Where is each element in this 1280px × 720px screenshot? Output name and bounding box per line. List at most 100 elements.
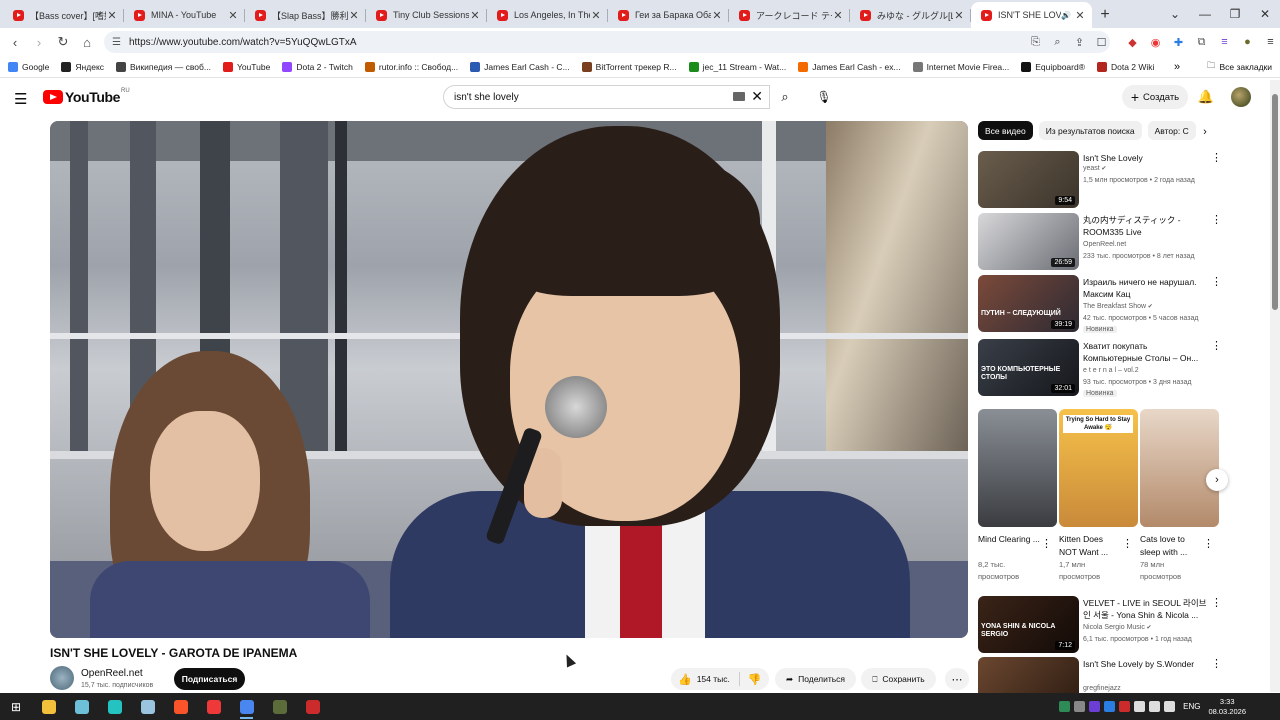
short-item[interactable]: Trying So Hard to Stay Awake 😴 Kitten Doe… xyxy=(1059,409,1139,583)
video-title[interactable]: Isn't She Lovely by S.Wonder xyxy=(1083,658,1207,670)
kebab-menu-icon[interactable]: ⋮ xyxy=(1211,596,1222,609)
tray-app-icon[interactable] xyxy=(1104,701,1116,712)
reload-icon[interactable]: ↻ xyxy=(51,30,75,54)
channel-name[interactable]: gregfinejazz xyxy=(1083,685,1121,692)
share-page-icon[interactable]: ⇪ xyxy=(1069,32,1090,52)
browser-tab[interactable]: MINA - YouTube ✕ xyxy=(124,2,245,28)
install-app-icon[interactable]: ⎘ xyxy=(1025,32,1046,52)
tab-close-icon[interactable]: ✕ xyxy=(1074,9,1086,22)
close-window-icon[interactable]: ✕ xyxy=(1250,0,1280,28)
windows-start-icon[interactable]: ⊞ xyxy=(0,693,32,720)
short-item[interactable]: Cats love to sleep with ... 78 млн просмо… xyxy=(1140,409,1220,583)
taskbar-app[interactable] xyxy=(131,693,164,720)
taskbar-app[interactable] xyxy=(230,693,263,720)
like-button[interactable]: 👍 154 тыс. xyxy=(671,673,739,686)
filter-chip[interactable]: Автор: С xyxy=(1147,121,1196,140)
filter-chip[interactable]: Из результатов поиска xyxy=(1038,121,1142,140)
extension-puzzle-icon[interactable]: ✚ xyxy=(1168,32,1189,52)
youtube-logo[interactable]: YouTube RU xyxy=(43,88,130,105)
bookmark-item[interactable]: YouTube xyxy=(222,61,270,72)
bookmark-item[interactable]: Equipboard® xyxy=(1021,61,1085,72)
bookmark-item[interactable]: Internet Movie Firea... xyxy=(912,61,1009,72)
kebab-menu-icon[interactable]: ⋮ xyxy=(1211,275,1222,288)
address-bar[interactable]: ☰ https://www.youtube.com/watch?v=5YuQQw… xyxy=(104,31,1110,53)
site-info-icon[interactable]: ☰ xyxy=(112,37,121,48)
bookmark-item[interactable]: James Earl Cash - C... xyxy=(470,61,570,72)
bookmark-item[interactable]: jec_11 Stream - Wat... xyxy=(688,61,786,72)
short-title[interactable]: Cats love to sleep with ... xyxy=(1140,533,1204,559)
tab-close-icon[interactable]: ✕ xyxy=(106,9,118,22)
video-title[interactable]: Хватит покупать Компьютерные Столы – Он.… xyxy=(1083,340,1207,364)
channel-name[interactable]: Nicola Sergio Music ✔ xyxy=(1083,624,1152,631)
create-button[interactable]: + Создать xyxy=(1122,85,1188,109)
channel-avatar[interactable] xyxy=(50,666,74,690)
tab-close-icon[interactable]: ✕ xyxy=(348,9,360,22)
profile-icon[interactable]: ● xyxy=(1237,32,1258,52)
kebab-menu-icon[interactable]: ⋮ xyxy=(1041,537,1052,550)
hamburger-menu-icon[interactable]: ☰ xyxy=(14,90,27,108)
tab-close-icon[interactable]: ✕ xyxy=(469,9,481,22)
tab-close-icon[interactable]: ✕ xyxy=(590,9,602,22)
tab-close-icon[interactable]: ✕ xyxy=(711,9,723,22)
keyboard-icon[interactable] xyxy=(733,92,745,101)
browser-tab[interactable]: ISN'T SHE LOVEL🔊✕ xyxy=(971,2,1092,28)
browser-tab[interactable]: みゆな - グルグル[LIVE✕ xyxy=(850,2,971,28)
filter-chip[interactable]: Все видео xyxy=(978,121,1033,140)
taskbar-app[interactable] xyxy=(164,693,197,720)
more-actions-button[interactable]: ⋯ xyxy=(945,668,969,690)
dislike-button[interactable]: 👎 xyxy=(739,672,769,686)
minimize-icon[interactable]: — xyxy=(1190,0,1220,28)
tray-app-icon[interactable] xyxy=(1134,701,1146,712)
suggested-video[interactable]: 9:54 Isn't She Lovely yeast ✔ 1,5 млн просм… xyxy=(978,151,1268,209)
suggested-video[interactable]: ПУТИН – СЛЕДУЮЩИЙ 39:19 Израиль ничего не … xyxy=(978,275,1268,333)
restore-icon[interactable]: ❐ xyxy=(1220,0,1250,28)
forward-icon[interactable]: › xyxy=(27,30,51,54)
tab-close-icon[interactable]: ✕ xyxy=(227,9,239,22)
tab-close-icon[interactable]: ✕ xyxy=(953,9,965,22)
notifications-bell-icon[interactable]: 🔔 xyxy=(1195,86,1217,108)
tray-app-icon[interactable] xyxy=(1059,701,1071,712)
page-scrollbar[interactable] xyxy=(1270,80,1280,692)
short-title[interactable]: Mind Clearing ... xyxy=(978,533,1042,559)
bookmark-item[interactable]: Википедия — своб... xyxy=(116,61,211,72)
extensions-menu-icon[interactable]: ⧉ xyxy=(1191,32,1212,52)
video-thumbnail[interactable]: 9:54 xyxy=(978,151,1079,208)
channel-name[interactable]: yeast ✔ xyxy=(1083,165,1106,172)
channel-name[interactable]: e t e r n a l – vol.2 xyxy=(1083,367,1139,374)
kebab-menu-icon[interactable]: ⋮ xyxy=(1122,537,1133,550)
tray-app-icon[interactable] xyxy=(1089,701,1101,712)
video-thumbnail[interactable]: 26:59 xyxy=(978,213,1079,270)
share-button[interactable]: ➦ Поделиться xyxy=(775,668,856,690)
extension-record-icon[interactable]: ◉ xyxy=(1145,32,1166,52)
clock[interactable]: 3:33 08.03.2026 xyxy=(1208,697,1246,717)
taskbar-app[interactable] xyxy=(32,693,65,720)
search-button[interactable]: ⌕ xyxy=(770,85,800,109)
bookmark-item[interactable]: Яндекс xyxy=(61,61,104,72)
voice-search-button[interactable]: 🎙 xyxy=(812,85,836,109)
browser-menu-icon[interactable]: ≡ xyxy=(1260,32,1280,52)
browser-tab[interactable]: 【Slap Bass】勝利の女✕ xyxy=(245,2,366,28)
tab-close-icon[interactable]: ✕ xyxy=(832,9,844,22)
bookmark-item[interactable]: BitTorrent трекер R... xyxy=(581,61,677,72)
tray-app-icon[interactable] xyxy=(1074,701,1086,712)
speaker-icon[interactable]: 🔊 xyxy=(1061,11,1071,20)
browser-tab[interactable]: Los Angeles, In The ✕ xyxy=(487,2,608,28)
kebab-menu-icon[interactable]: ⋮ xyxy=(1211,339,1222,352)
scrollbar-thumb[interactable] xyxy=(1272,94,1278,310)
bookmarks-overflow-icon[interactable]: » xyxy=(1174,56,1180,78)
media-control-icon[interactable]: ≡ xyxy=(1214,32,1235,52)
kebab-menu-icon[interactable]: ⋮ xyxy=(1211,657,1222,670)
short-thumbnail[interactable] xyxy=(1140,409,1219,527)
short-thumbnail[interactable]: Trying So Hard to Stay Awake 😴 xyxy=(1059,409,1138,527)
suggested-video[interactable]: YONA SHIN & NICOLA SERGIO 7:12 VELVET - LI… xyxy=(978,596,1268,654)
bookmark-item[interactable]: Google xyxy=(8,61,49,72)
taskbar-app[interactable] xyxy=(197,693,230,720)
shorts-next-button[interactable]: › xyxy=(1206,469,1228,491)
save-button[interactable]: ⎕ Сохранить xyxy=(861,668,936,690)
browser-tab[interactable]: Tiny Club Sessions - ✕ xyxy=(366,2,487,28)
zoom-icon[interactable]: ⌕ xyxy=(1047,32,1068,52)
account-avatar[interactable] xyxy=(1231,87,1251,107)
short-title[interactable]: Kitten Does NOT Want ... xyxy=(1059,533,1123,559)
channel-name[interactable]: The Breakfast Show ✔ xyxy=(1083,303,1153,310)
video-title[interactable]: Isn't She Lovely xyxy=(1083,152,1207,164)
